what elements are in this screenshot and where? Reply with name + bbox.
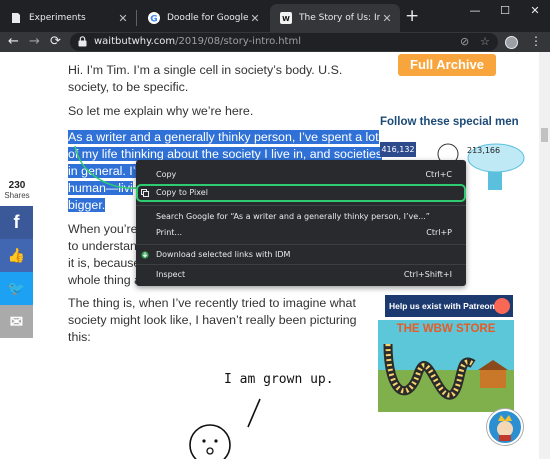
text-line: The thing is, when I’ve recently tried t…: [68, 296, 356, 310]
store-illustration: [383, 343, 508, 400]
facebook-like-button[interactable]: 👍: [0, 239, 33, 272]
follow-heading: Follow these special men: [380, 116, 519, 128]
paragraph-intro: Hi. I’m Tim. I’m a single cell in societ…: [68, 62, 342, 96]
svg-text:W: W: [282, 15, 290, 23]
page-content: Hi. I’m Tim. I’m a single cell in societ…: [0, 52, 550, 459]
minimize-button[interactable]: —: [460, 2, 490, 20]
twitter-share-button[interactable]: 🐦: [0, 272, 33, 305]
context-menu: Copy Ctrl+C Copy to Pixel Search Google …: [136, 160, 466, 286]
share-count: 230: [8, 180, 26, 191]
text-line: So let me explain why we’re here.: [68, 104, 254, 118]
share-counter: 230 Shares: [2, 180, 32, 200]
url-text: waitbutwhy.com/2019/08/story-intro.html: [94, 36, 301, 47]
full-archive-button[interactable]: Full Archive: [398, 54, 496, 76]
tab-title: Doodle for Google: [167, 13, 248, 23]
menu-item-shortcut: Ctrl+P: [426, 228, 452, 237]
text-line: whole thing a: [68, 273, 142, 287]
selected-text-line: bigger.: [68, 198, 106, 212]
menu-item-label: Print...: [156, 228, 183, 237]
scrollbar-thumb[interactable]: [541, 128, 548, 142]
menu-item-label: Download selected links with IDM: [156, 250, 291, 259]
forward-arrow-icon[interactable]: →: [29, 34, 40, 50]
comic-speech: I am grown up.: [224, 372, 334, 387]
menu-item-label: Copy: [156, 170, 177, 179]
menu-item-shortcut: Ctrl+Shift+I: [403, 270, 452, 279]
copy-icon: [141, 189, 149, 197]
patreon-button[interactable]: Help us exist with Patreon: [385, 295, 513, 317]
wbw-store-banner[interactable]: THE WBW STORE: [378, 320, 514, 412]
paragraph-understand: When you’re to understan it is, because …: [68, 221, 141, 289]
close-tab-icon[interactable]: ✕: [116, 12, 130, 25]
menu-separator: [136, 205, 466, 206]
email-share-button[interactable]: ✉: [0, 305, 33, 338]
facebook-share-button[interactable]: f: [0, 206, 33, 239]
patreon-icon: [494, 298, 510, 314]
stick-figure-illustration: [189, 398, 261, 459]
document-icon: [12, 13, 20, 23]
text-line: Hi. I’m Tim. I’m a single cell in societ…: [68, 63, 343, 77]
text-line: to understan: [68, 239, 137, 253]
text-line: When you’re: [68, 222, 138, 236]
profile-avatar[interactable]: [505, 36, 518, 49]
tab-divider: [136, 10, 137, 26]
text-line: this:: [68, 330, 91, 344]
text-line: society, to be specific.: [68, 80, 189, 94]
twitter-icon: 🐦: [7, 280, 26, 296]
lock-icon: [78, 36, 87, 47]
eye-off-icon[interactable]: ⊘: [460, 35, 469, 48]
text-line: society might look like, I haven’t reall…: [68, 313, 357, 327]
facebook-follower-count[interactable]: 416,132: [380, 142, 416, 157]
google-icon: G: [148, 12, 160, 24]
tab-doodle-for-google[interactable]: G Doodle for Google ✕: [138, 4, 268, 32]
menu-item-copy-to-pixel[interactable]: Copy to Pixel: [136, 184, 466, 202]
address-bar[interactable]: waitbutwhy.com/2019/08/story-intro.html …: [70, 33, 498, 51]
email-icon: ✉: [9, 313, 24, 331]
close-tab-icon[interactable]: ✕: [248, 12, 262, 25]
star-icon[interactable]: ☆: [480, 35, 490, 48]
patreon-label: Help us exist with Patreon: [389, 301, 495, 311]
menu-item-inspect[interactable]: Inspect Ctrl+Shift+I: [136, 266, 466, 284]
menu-separator: [136, 244, 466, 245]
menu-item-label: Search Google for “As a writer and a gen…: [156, 212, 430, 221]
menu-item-label: Inspect: [156, 270, 186, 279]
menu-separator: [136, 264, 466, 265]
waitbutwhy-icon: W: [280, 12, 292, 24]
close-window-button[interactable]: ✕: [520, 2, 550, 20]
menu-item-print[interactable]: Print... Ctrl+P: [136, 224, 466, 242]
svg-text:G: G: [150, 15, 157, 25]
text-line: it is, because: [68, 256, 141, 270]
tab-title: The Story of Us: Intro —: [299, 13, 380, 23]
menu-item-shortcut: Ctrl+C: [425, 170, 452, 179]
twitter-follower-count[interactable]: 213,166: [467, 146, 500, 155]
paragraph-explain: So let me explain why we’re here.: [68, 103, 253, 120]
tab-experiments[interactable]: Experiments ✕: [0, 4, 136, 32]
page-scrollbar[interactable]: [539, 52, 550, 459]
tab-title: Experiments: [29, 13, 86, 23]
menu-item-label: Copy to Pixel: [156, 188, 208, 197]
paragraph-imagine: The thing is, when I’ve recently tried t…: [68, 295, 357, 346]
idm-icon: [141, 251, 149, 259]
thumbs-up-icon: 👍: [7, 247, 26, 263]
selected-text-line: As a writer and a generally thinky perso…: [68, 130, 379, 144]
back-arrow-icon[interactable]: ←: [8, 34, 19, 50]
facebook-icon: f: [13, 212, 20, 232]
close-tab-icon[interactable]: ✕: [380, 12, 394, 25]
url-path: /2019/08/story-intro.html: [175, 36, 301, 47]
menu-item-copy[interactable]: Copy Ctrl+C: [136, 166, 466, 184]
tab-strip: Experiments ✕ G Doodle for Google ✕ W Th…: [0, 0, 550, 32]
selection-drag-line: [74, 145, 137, 189]
menu-icon[interactable]: ⋮: [530, 34, 542, 48]
share-label: Shares: [4, 191, 30, 200]
menu-item-download-idm[interactable]: Download selected links with IDM: [136, 246, 466, 264]
new-tab-button[interactable]: +: [405, 8, 419, 25]
reload-icon[interactable]: ⟳: [50, 34, 61, 50]
maximize-button[interactable]: ☐: [490, 2, 520, 20]
toolbar: ← → ⟳ waitbutwhy.com/2019/08/story-intro…: [0, 32, 550, 52]
url-host: waitbutwhy.com: [94, 36, 176, 47]
tab-story-of-us[interactable]: W The Story of Us: Intro — ✕: [270, 4, 400, 32]
king-badge-icon[interactable]: [487, 409, 523, 445]
